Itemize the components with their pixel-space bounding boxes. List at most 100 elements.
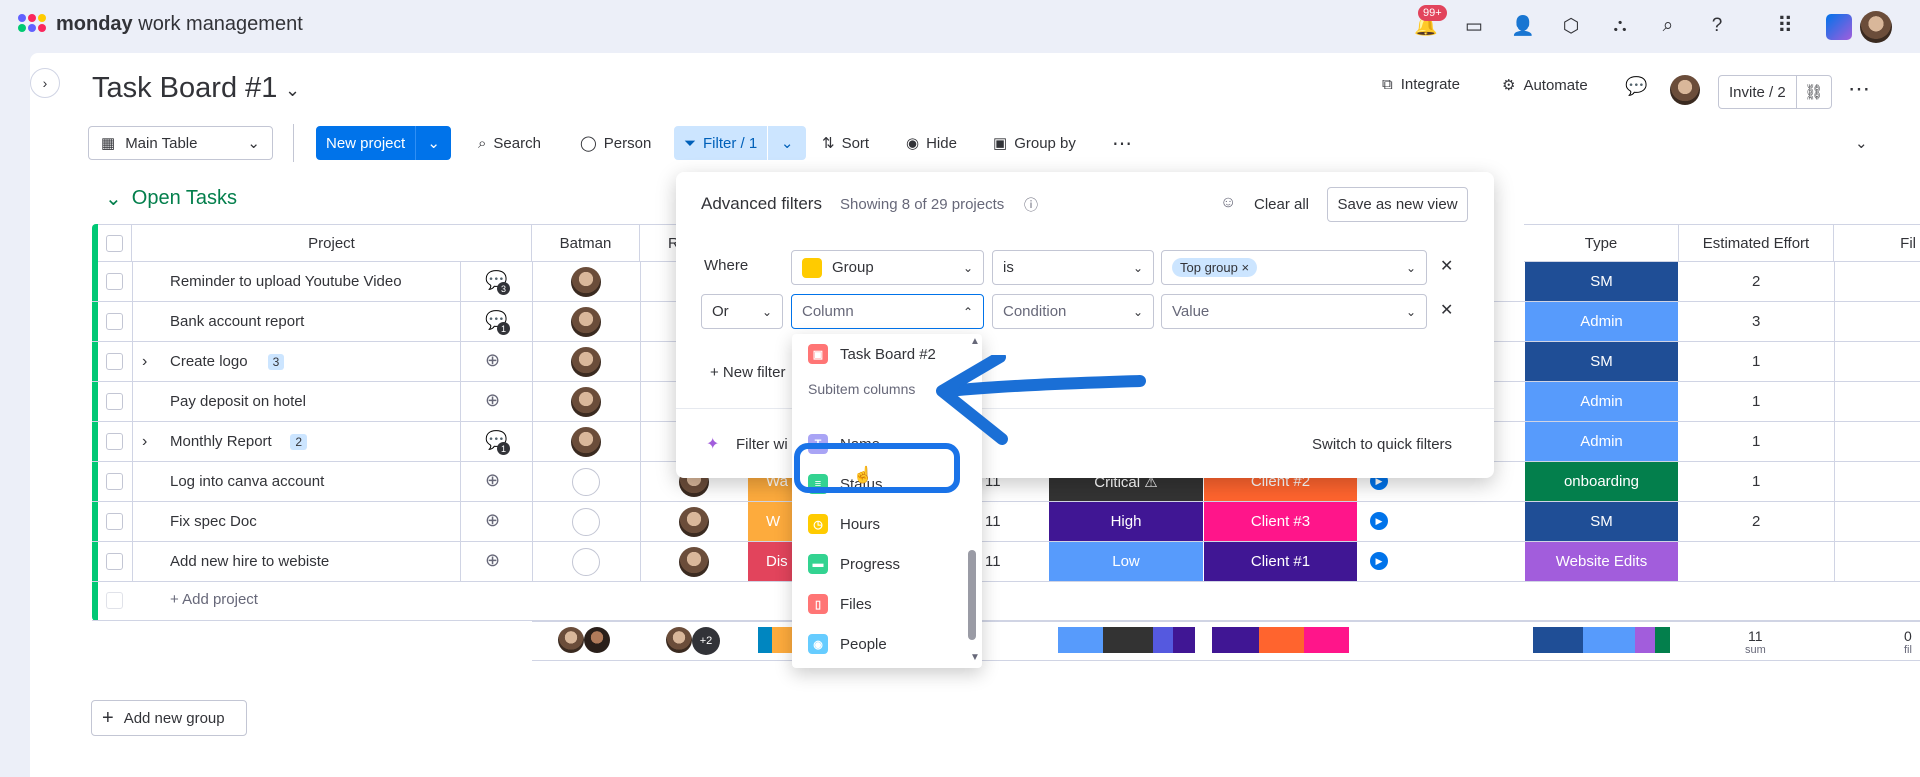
filter-button[interactable]: ⏷ Filter / 1 ⌄	[674, 126, 806, 160]
project-name[interactable]: Add new hire to webiste	[170, 553, 329, 570]
column-header-type[interactable]: Type	[1524, 224, 1679, 262]
person-filter-button[interactable]: ◯ Person	[580, 127, 651, 159]
add-update-icon[interactable]: ⊕	[485, 550, 507, 572]
group-by-button[interactable]: ▣ Group by	[993, 127, 1076, 159]
effort-cell[interactable]: 2	[1752, 273, 1760, 290]
option-progress[interactable]: ▬ Progress	[792, 546, 972, 582]
dropdown-scrollbar[interactable]	[968, 550, 976, 640]
inbox-icon[interactable]: ▭	[1456, 8, 1492, 44]
row-checkbox[interactable]	[106, 513, 123, 530]
column-header-files[interactable]: Fil	[1834, 224, 1920, 262]
expand-sidebar-icon[interactable]: ›	[30, 68, 60, 98]
column-header-batman[interactable]: Batman	[532, 224, 640, 262]
group-header[interactable]: ⌄ Open Tasks	[105, 186, 237, 211]
monday-logo-icon[interactable]	[18, 14, 46, 38]
client-cell[interactable]: Client #1	[1204, 542, 1357, 581]
effort-cell[interactable]: 2	[1752, 513, 1760, 530]
main-table-view[interactable]: ▦ Main Table ⌄	[88, 126, 273, 160]
add-update-icon[interactable]: ⊕	[485, 510, 507, 532]
person-avatar[interactable]	[571, 347, 601, 377]
option-files[interactable]: ▯ Files	[792, 586, 972, 622]
save-as-new-view-button[interactable]: Save as new view	[1327, 187, 1468, 222]
expand-subitems-icon[interactable]: ›	[142, 353, 147, 371]
option-date[interactable]: ▦Date	[792, 666, 972, 668]
group-column-select[interactable]: Group ⌄	[791, 250, 984, 285]
add-project-input[interactable]: + Add project	[170, 591, 258, 608]
hide-button[interactable]: ◉ Hide	[906, 127, 957, 159]
condition-select[interactable]: Condition ⌄	[992, 294, 1154, 329]
scroll-up-icon[interactable]: ▲	[970, 336, 980, 347]
empty-person-icon[interactable]	[572, 468, 600, 496]
workspace-logo-icon[interactable]	[1826, 14, 1852, 40]
add-update-icon[interactable]: ⊕	[485, 350, 507, 372]
type-cell[interactable]: Admin	[1525, 422, 1678, 461]
help-icon[interactable]: ?	[1699, 8, 1735, 44]
chevron-down-icon[interactable]: ⌄	[768, 134, 806, 152]
invite-button[interactable]: Invite / 2 ⛓	[1718, 75, 1832, 109]
project-name[interactable]: Bank account report	[170, 313, 304, 330]
row-checkbox[interactable]	[106, 353, 123, 370]
type-cell[interactable]: Website Edits	[1525, 542, 1678, 581]
type-cell[interactable]: SM	[1525, 502, 1678, 541]
add-update-icon[interactable]: ⊕	[485, 390, 507, 412]
option-hours[interactable]: ◷ Hours	[792, 506, 972, 542]
integrate-button[interactable]: ⧉ Integrate	[1382, 76, 1460, 93]
expand-subitems-icon[interactable]: ›	[142, 433, 147, 451]
priority-cell[interactable]: High	[1049, 502, 1203, 541]
automate-button[interactable]: ⚙ Automate	[1502, 76, 1588, 95]
marketplace-icon[interactable]: ⛬	[1602, 8, 1638, 44]
project-name[interactable]: Pay deposit on hotel	[170, 393, 306, 410]
empty-person-icon[interactable]	[572, 508, 600, 536]
new-filter-button[interactable]: + New filter	[710, 364, 785, 381]
row-checkbox[interactable]	[106, 433, 123, 450]
value-select[interactable]: Top group × ⌄	[1161, 250, 1427, 285]
remove-filter-icon[interactable]: ✕	[1440, 300, 1453, 320]
chevron-down-icon[interactable]: ⌄	[416, 134, 451, 152]
play-icon[interactable]: ▶	[1370, 512, 1388, 530]
search-button[interactable]: ⌕ Search	[478, 127, 541, 159]
or-select[interactable]: Or ⌄	[701, 294, 783, 329]
sort-button[interactable]: ⇅ Sort	[822, 127, 869, 159]
status-cell[interactable]: Dis	[748, 542, 792, 581]
feedback-icon[interactable]: ☺	[1220, 194, 1236, 212]
switch-to-quick-filters-button[interactable]: Switch to quick filters	[1312, 436, 1452, 453]
person-avatar[interactable]	[679, 547, 709, 577]
top-group-tag[interactable]: Top group ×	[1172, 258, 1258, 277]
row-checkbox[interactable]	[106, 473, 123, 490]
person-avatar[interactable]	[571, 267, 601, 297]
condition-is-select[interactable]: is ⌄	[992, 250, 1154, 285]
project-name[interactable]: Fix spec Doc	[170, 513, 257, 530]
invite-members-icon[interactable]: 👤	[1505, 8, 1541, 44]
priority-cell[interactable]: Low	[1049, 542, 1203, 581]
app-grid-icon[interactable]: ⠿	[1767, 8, 1803, 44]
project-name[interactable]: Create logo	[170, 353, 248, 370]
type-cell[interactable]: SM	[1525, 262, 1678, 301]
effort-cell[interactable]: 3	[1752, 313, 1760, 330]
empty-person-icon[interactable]	[572, 548, 600, 576]
search-icon[interactable]: ⌕	[1650, 8, 1686, 44]
type-cell[interactable]: SM	[1525, 342, 1678, 381]
filter-with-ai-button[interactable]: Filter wi	[736, 436, 788, 453]
collapse-toolbar-icon[interactable]: ⌄	[1855, 127, 1868, 159]
apps-icon[interactable]: ⬡	[1553, 8, 1589, 44]
type-cell[interactable]: onboarding	[1525, 462, 1678, 501]
updates-icon[interactable]: 💬	[1625, 76, 1647, 97]
person-avatar[interactable]	[571, 427, 601, 457]
row-checkbox[interactable]	[106, 273, 123, 290]
scroll-down-icon[interactable]: ▼	[970, 652, 980, 663]
link-icon[interactable]: ⛓	[1797, 83, 1831, 101]
add-new-group-button[interactable]: + Add new group	[91, 700, 247, 736]
client-cell[interactable]: Client #3	[1204, 502, 1357, 541]
board-title[interactable]: Task Board #1	[92, 72, 277, 105]
row-checkbox[interactable]	[106, 553, 123, 570]
more-options-icon[interactable]: ⋯	[1848, 76, 1870, 102]
select-all-checkbox[interactable]	[106, 234, 123, 252]
person-avatar[interactable]	[571, 387, 601, 417]
effort-cell[interactable]: 1	[1752, 353, 1760, 370]
status-cell[interactable]: W	[748, 502, 792, 541]
clear-all-button[interactable]: Clear all	[1254, 196, 1309, 213]
remove-filter-icon[interactable]: ✕	[1440, 256, 1453, 276]
row-checkbox[interactable]	[106, 393, 123, 410]
effort-cell[interactable]: 1	[1752, 433, 1760, 450]
effort-cell[interactable]: 1	[1752, 393, 1760, 410]
